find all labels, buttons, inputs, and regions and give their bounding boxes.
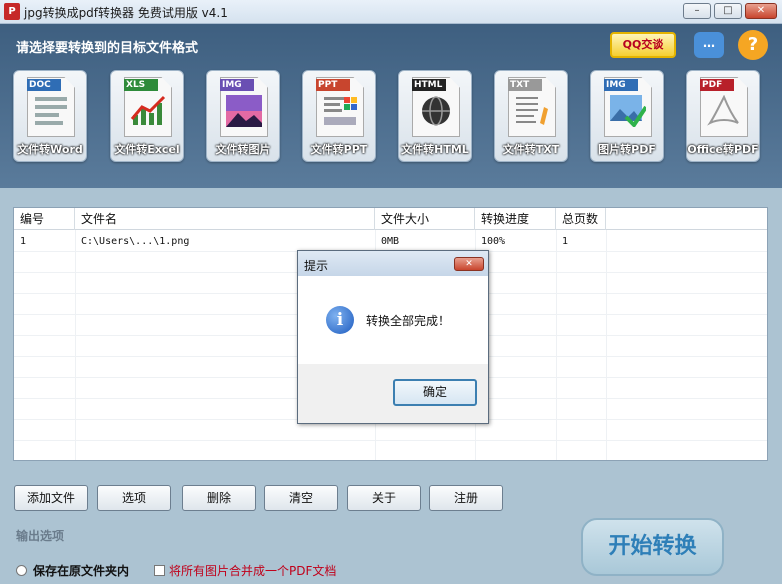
clear-button[interactable]: 清空 (264, 485, 338, 511)
register-button[interactable]: 注册 (429, 485, 503, 511)
cell-pages: 1 (562, 236, 569, 247)
format-tag: IMG (604, 79, 638, 91)
format-button-image[interactable]: IMG 文件转图片 (206, 70, 280, 162)
options-button[interactable]: 选项 (97, 485, 171, 511)
cell-size: 0MB (381, 236, 400, 247)
merge-pdf-label: 将所有图片合并成一个PDF文档 (169, 564, 337, 578)
cell-filename: C:\Users\...\1.png (81, 236, 190, 247)
format-label: 图片转PDF (598, 143, 656, 156)
format-button-excel[interactable]: XLS 文件转Excel (110, 70, 184, 162)
format-label: 文件转TXT (502, 143, 560, 156)
dialog-body: i 转换全部完成！ (298, 276, 488, 364)
format-button-txt[interactable]: TXT 文件转TXT (494, 70, 568, 162)
table-header: 编号 文件名 文件大小 转换进度 总页数 (14, 208, 767, 230)
output-options-label: 输出选项 (16, 529, 65, 543)
format-label: 文件转Excel (114, 143, 180, 156)
format-tag: HTML (412, 79, 446, 91)
title-bar: P jpg转换成pdf转换器 免费试用版 v4.1 – □ ✕ (0, 0, 782, 24)
chat-icon[interactable]: … (694, 32, 724, 58)
format-label: 文件转PPT (310, 143, 368, 156)
dialog-close-button[interactable]: ✕ (454, 257, 484, 271)
format-label: Office转PDF (687, 143, 759, 156)
dialog-ok-button[interactable]: 确定 (393, 379, 477, 406)
format-tag: TXT (508, 79, 542, 91)
merge-pdf-checkbox[interactable]: 将所有图片合并成一个PDF文档 (154, 562, 336, 579)
globe-icon (422, 96, 450, 126)
info-icon: i (326, 306, 354, 334)
format-tag: DOC (27, 79, 61, 91)
completion-dialog: 提示 ✕ i 转换全部完成！ 确定 (297, 250, 489, 424)
format-header: 请选择要转换到的目标文件格式 QQ交谈 … ? DOC 文件转Word XLS … (0, 24, 782, 188)
dialog-message: 转换全部完成！ (366, 314, 451, 328)
save-original-radio[interactable]: 保存在原文件夹内 (16, 562, 129, 579)
dialog-title-bar: 提示 ✕ (298, 251, 488, 276)
format-label: 文件转图片 (215, 143, 271, 156)
format-tag: IMG (220, 79, 254, 91)
format-label: 文件转Word (17, 143, 83, 156)
format-tag: PPT (316, 79, 350, 91)
format-button-word[interactable]: DOC 文件转Word (13, 70, 87, 162)
pdf-acrobat-icon (707, 95, 739, 126)
add-file-button[interactable]: 添加文件 (14, 485, 88, 511)
window-title: jpg转换成pdf转换器 免费试用版 v4.1 (24, 6, 228, 20)
text-pencil-icon (516, 97, 548, 125)
radio-icon[interactable] (16, 565, 27, 576)
save-original-label: 保存在原文件夹内 (33, 564, 130, 578)
format-tag: XLS (124, 79, 158, 91)
app-icon: P (4, 3, 20, 20)
dialog-title: 提示 (304, 259, 329, 273)
qq-chat-button[interactable]: QQ交谈 (610, 32, 676, 58)
start-convert-button[interactable]: 开始转换 (581, 518, 724, 576)
format-button-office-to-pdf[interactable]: PDF Office转PDF (686, 70, 760, 162)
word-doc-icon (35, 97, 67, 125)
table-row[interactable]: 1 C:\Users\...\1.png 0MB 100% 1 (14, 231, 767, 252)
image-checkmark-icon (610, 95, 646, 127)
format-tag: PDF (700, 79, 734, 91)
column-header-index[interactable]: 编号 (14, 208, 75, 230)
format-button-html[interactable]: HTML 文件转HTML (398, 70, 472, 162)
column-header-filename[interactable]: 文件名 (75, 208, 375, 230)
ppt-slide-icon (324, 97, 357, 125)
column-header-size[interactable]: 文件大小 (375, 208, 475, 230)
help-icon[interactable]: ? (738, 30, 768, 60)
about-button[interactable]: 关于 (347, 485, 421, 511)
close-button[interactable]: ✕ (745, 3, 777, 19)
format-label: 文件转HTML (401, 143, 469, 156)
excel-chart-icon (130, 95, 166, 125)
format-button-image-to-pdf[interactable]: IMG 图片转PDF (590, 70, 664, 162)
cell-index: 1 (20, 236, 27, 247)
delete-button[interactable]: 删除 (182, 485, 256, 511)
column-header-pages[interactable]: 总页数 (556, 208, 606, 230)
column-header-progress[interactable]: 转换进度 (475, 208, 556, 230)
landscape-image-icon (226, 95, 262, 127)
cell-progress: 100% (481, 236, 506, 247)
header-label: 请选择要转换到的目标文件格式 (16, 41, 199, 56)
checkbox-icon[interactable] (154, 565, 165, 576)
minimize-button[interactable]: – (683, 3, 711, 19)
maximize-button[interactable]: □ (714, 3, 742, 19)
format-button-ppt[interactable]: PPT 文件转PPT (302, 70, 376, 162)
